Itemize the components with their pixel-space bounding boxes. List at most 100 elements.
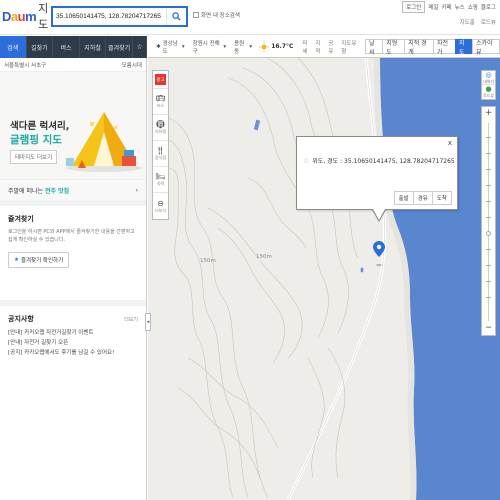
breadcrumb-province[interactable]: ✱ 경상남도 ▾: [148, 39, 189, 55]
category-food[interactable]: 🍴︎ 음식점: [153, 141, 168, 167]
layer-terrain-button[interactable]: 지형도: [382, 39, 406, 56]
roadview-icon: ●: [485, 85, 492, 93]
zoom-tick: [486, 185, 491, 186]
route-start-button[interactable]: 출발: [393, 191, 414, 205]
category-hotel[interactable]: 🛏︎ 숙박: [153, 167, 168, 193]
right-tools-box: ◎ 내위치 ● 로드뷰: [481, 70, 496, 100]
current-location: 서울특별시 서초구: [4, 62, 47, 69]
favorites-desc: 로그인을 하시면 PC와 APP에서 즐겨찾기한 내용을 간편하고 쉽게 확인하…: [8, 229, 135, 243]
close-icon[interactable]: x: [448, 139, 452, 147]
current-location-row: 서울특별시 서초구 모름시대: [0, 58, 146, 72]
roadview-button[interactable]: ● 로드뷰: [482, 85, 495, 99]
zoom-in-button[interactable]: +: [482, 108, 495, 118]
subnav-maphome[interactable]: 지도홈: [460, 18, 475, 26]
route-actions: 출발 경유 도착: [393, 191, 452, 205]
location-icon: ◎: [485, 70, 492, 79]
toggle-share[interactable]: 공유: [328, 39, 337, 55]
tab-favorites[interactable]: 즐겨찾기: [106, 36, 133, 58]
promo-prefix: 주말에 떠나는: [8, 187, 44, 195]
toggle-cadastral[interactable]: 지적: [315, 39, 324, 55]
ad-badge: 광고: [155, 74, 166, 85]
weekend-promo[interactable]: 주말에 떠나는 전주 맛집 ›: [0, 180, 146, 206]
zoom-tick: [486, 265, 491, 266]
star-icon[interactable]: ☆: [133, 36, 147, 58]
tab-directions[interactable]: 길찾기: [27, 36, 54, 58]
map-toolbar: ✱ 경상남도 ▾ 창원시 진해구 ▾ 용원동 ▾ 16.7°C 미세 지적 공유…: [148, 36, 500, 58]
location-action[interactable]: 모름시대: [122, 61, 142, 69]
toggle-dust[interactable]: 미세: [302, 39, 311, 55]
glamping-tent-illustration: [66, 112, 142, 172]
promo-text: 주말에 떠나는 전주 맛집: [8, 186, 69, 195]
coordinate-text: 위도, 경도 : 35.10650141475, 128.78204717265: [312, 158, 455, 165]
notice-item[interactable]: [안내] 자전거 길찾기 오픈: [8, 338, 138, 348]
search-button[interactable]: [166, 8, 186, 25]
nearby-checkbox[interactable]: [193, 12, 199, 18]
bus-icon: 🚌︎: [155, 94, 166, 103]
star-icon[interactable]: ☆: [303, 157, 309, 165]
header: Daum 지도 화면 내 장소검색 로그인 메일 카페 뉴스 쇼핑 블로그 지도…: [0, 0, 500, 35]
tab-subway[interactable]: 지하철: [80, 36, 107, 58]
nearby-label: 화면 내 장소검색: [201, 13, 240, 19]
zoom-tick: [486, 297, 491, 298]
toggle-maptype[interactable]: 지도유형: [341, 39, 359, 55]
map-canvas[interactable]: 150m 150m 광고 🚌︎ 버스 🚇︎ 지하철 🍴︎ 음식점 🛏︎ 숙박 ⊖…: [148, 58, 500, 500]
category-bus[interactable]: 🚌︎ 버스: [153, 89, 168, 115]
map-toggles: 미세 지적 공유 지도유형: [302, 39, 359, 55]
daum-logo[interactable]: Daum 지도: [2, 2, 48, 31]
favorites-section: 즐겨찾기 로그인을 하시면 PC와 APP에서 즐겨찾기한 내용을 간편하고 쉽…: [0, 206, 146, 306]
zoom-out-button[interactable]: −: [482, 323, 495, 333]
notice-item[interactable]: [안내] 카카오맵 자전거길찾기 이벤트: [8, 328, 138, 338]
breadcrumb-city[interactable]: 창원시 진해구 ▾: [189, 39, 230, 55]
category-bus-label: 버스: [156, 103, 165, 108]
theme-map-more-button[interactable]: 테마지도 더보기: [10, 150, 58, 164]
subnav-roadview[interactable]: 로드뷰: [481, 18, 496, 26]
login-button[interactable]: 로그인: [402, 1, 426, 13]
layer-map-button[interactable]: 지도: [454, 39, 473, 56]
layer-bicycle-button[interactable]: 자전거: [432, 39, 456, 56]
topnav-blog[interactable]: 블로그: [481, 3, 496, 11]
popup-tail-inner: [373, 209, 385, 220]
notice-item[interactable]: [공지] 카카오맵에서도 후기를 남길 수 있어요!: [8, 348, 138, 358]
ad-button[interactable]: 광고: [153, 71, 168, 89]
zoom-tick: [486, 169, 491, 170]
category-toolbar: 광고 🚌︎ 버스 🚇︎ 지하철 🍴︎ 음식점 🛏︎ 숙박 ⊖ 더보기: [152, 70, 169, 220]
layer-weather-button[interactable]: 날씨: [365, 39, 384, 56]
zoom-control: + −: [481, 106, 496, 336]
favorites-check-label: 즐겨찾기 확인하기: [20, 258, 64, 264]
zoom-tick: [486, 153, 491, 154]
zoom-handle[interactable]: [486, 231, 491, 236]
panel-collapse-button[interactable]: ◂: [145, 313, 151, 331]
route-via-button[interactable]: 경유: [412, 191, 433, 205]
search-input[interactable]: [53, 8, 166, 25]
topnav-shopping[interactable]: 쇼핑: [468, 3, 478, 11]
category-more[interactable]: ⊖ 더보기: [153, 193, 168, 219]
breadcrumb-dong[interactable]: 용원동 ▾: [230, 39, 256, 55]
tab-search[interactable]: 검색: [0, 36, 27, 58]
topnav-cafe[interactable]: 카페: [441, 3, 451, 11]
route-end-button[interactable]: 도착: [431, 191, 452, 205]
category-subway[interactable]: 🚇︎ 지하철: [153, 115, 168, 141]
temperature: 16.7°C: [271, 43, 294, 50]
nearby-search-toggle[interactable]: 화면 내 장소검색: [193, 11, 240, 19]
breadcrumb-city-label: 창원시 진해구: [192, 40, 220, 55]
chevron-down-icon: ▾: [249, 43, 253, 50]
glamping-banner[interactable]: 색다른 럭셔리, 글램핑 지도 테마지도 더보기: [0, 72, 146, 180]
topnav-news[interactable]: 뉴스: [455, 3, 465, 11]
notice-section: 공지사항 더보기 [안내] 카카오맵 자전거길찾기 이벤트 [안내] 자전거 길…: [0, 306, 146, 366]
weather-widget[interactable]: 16.7°C: [256, 41, 296, 52]
chevron-down-icon: ▾: [181, 43, 185, 50]
topnav-mail[interactable]: 메일: [428, 3, 438, 11]
tab-bus[interactable]: 버스: [53, 36, 80, 58]
chevron-right-icon: ›: [135, 186, 138, 194]
food-icon: 🍴︎: [155, 146, 166, 155]
my-location-button[interactable]: ◎ 내위치: [482, 71, 495, 85]
sun-icon: [259, 41, 270, 52]
contour-label: 150m: [200, 258, 216, 264]
layer-cadastral-button[interactable]: 지적 경계: [404, 39, 434, 56]
layer-skyview-button[interactable]: 스카이뷰: [471, 39, 500, 56]
category-hotel-label: 숙박: [156, 181, 165, 186]
notice-more-link[interactable]: 더보기: [124, 316, 138, 323]
location-pin-icon[interactable]: [373, 241, 385, 267]
breadcrumb-province-label: 경상남도: [162, 40, 178, 55]
favorites-check-button[interactable]: ★ 즐겨찾기 확인하기: [8, 252, 70, 268]
